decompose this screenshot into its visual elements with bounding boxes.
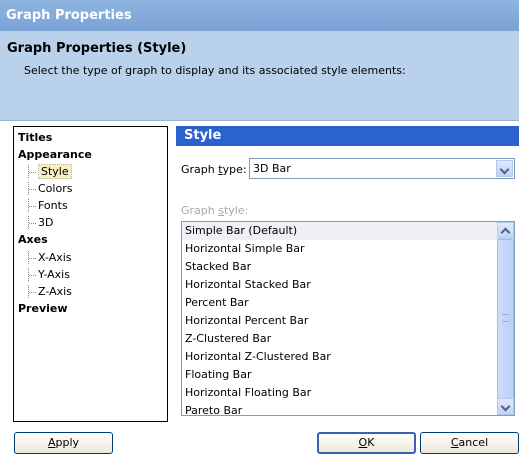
tree-item-fonts-label: Fonts [38, 199, 68, 212]
list-item[interactable]: Pareto Bar [182, 402, 498, 415]
scroll-down-icon[interactable] [497, 398, 514, 415]
tree-group-axes[interactable]: Axes [18, 233, 48, 246]
scroll-up-icon[interactable] [497, 222, 514, 239]
tree-item-style-label: Style [38, 164, 72, 179]
tree-item-3d[interactable]: 3D [28, 216, 53, 229]
list-item[interactable]: Z-Clustered Bar [182, 330, 498, 348]
tree-item-fonts[interactable]: Fonts [28, 199, 68, 212]
cancel-button-accel: C [450, 436, 459, 449]
list-item[interactable]: Percent Bar [182, 294, 498, 312]
apply-button-accel: A [47, 436, 56, 449]
category-tree[interactable]: Titles Appearance Style Colors Fonts 3D … [13, 126, 168, 422]
tree-item-z-axis[interactable]: Z-Axis [28, 285, 72, 298]
tree-item-z-axis-label: Z-Axis [38, 285, 72, 298]
graph-style-label-post: tyle: [223, 204, 249, 217]
tree-group-appearance[interactable]: Appearance [18, 148, 92, 161]
vertical-scrollbar[interactable] [497, 222, 514, 415]
list-item[interactable]: Horizontal Stacked Bar [182, 276, 498, 294]
list-item[interactable]: Stacked Bar [182, 258, 498, 276]
panel-title: Style [176, 126, 519, 146]
cancel-button-label: ancel [458, 436, 489, 449]
list-item[interactable]: Simple Bar (Default) [182, 222, 498, 240]
ok-button-accel: O [358, 436, 368, 449]
graph-type-label-pre: Graph [181, 163, 219, 176]
tree-group-preview[interactable]: Preview [18, 302, 68, 315]
tree-item-colors-label: Colors [38, 182, 73, 195]
chevron-down-icon[interactable] [496, 160, 513, 177]
list-item[interactable]: Horizontal Z-Clustered Bar [182, 348, 498, 366]
tree-item-colors[interactable]: Colors [28, 182, 72, 195]
tree-item-style[interactable]: Style [28, 164, 72, 179]
tree-item-x-axis[interactable]: X-Axis [28, 251, 72, 264]
list-item[interactable]: Horizontal Percent Bar [182, 312, 498, 330]
tree-item-x-axis-label: X-Axis [38, 251, 72, 264]
list-item[interactable]: Horizontal Floating Bar [182, 384, 498, 402]
tree-group-titles[interactable]: Titles [18, 131, 52, 144]
graph-type-label-post: ype: [222, 163, 247, 176]
graph-type-select[interactable]: 3D Bar [249, 158, 515, 179]
scroll-thumb[interactable] [497, 239, 514, 399]
ok-button-label: K [367, 436, 375, 449]
tree-item-y-axis[interactable]: Y-Axis [28, 268, 70, 281]
list-item[interactable]: Horizontal Simple Bar [182, 240, 498, 258]
graph-type-label: Graph type: [181, 163, 247, 176]
dialog-header: Graph Properties (Style) Select the type… [0, 31, 519, 120]
graph-type-value: 3D Bar [253, 162, 291, 175]
apply-button[interactable]: Apply [14, 432, 113, 454]
list-item[interactable]: Floating Bar [182, 366, 498, 384]
graph-style-label-pre: Graph [181, 204, 219, 217]
header-title: Graph Properties (Style) [7, 41, 187, 56]
graph-style-list[interactable]: Simple Bar (Default) Horizontal Simple B… [181, 221, 515, 416]
window-title: Graph Properties [0, 0, 519, 31]
tree-item-y-axis-label: Y-Axis [38, 268, 70, 281]
cancel-button[interactable]: Cancel [420, 432, 519, 454]
apply-button-label: pply [55, 436, 80, 449]
graph-style-label: Graph style: [181, 204, 248, 217]
ok-button[interactable]: OK [317, 432, 416, 454]
header-subtitle: Select the type of graph to display and … [24, 64, 406, 77]
tree-item-3d-label: 3D [38, 216, 54, 229]
